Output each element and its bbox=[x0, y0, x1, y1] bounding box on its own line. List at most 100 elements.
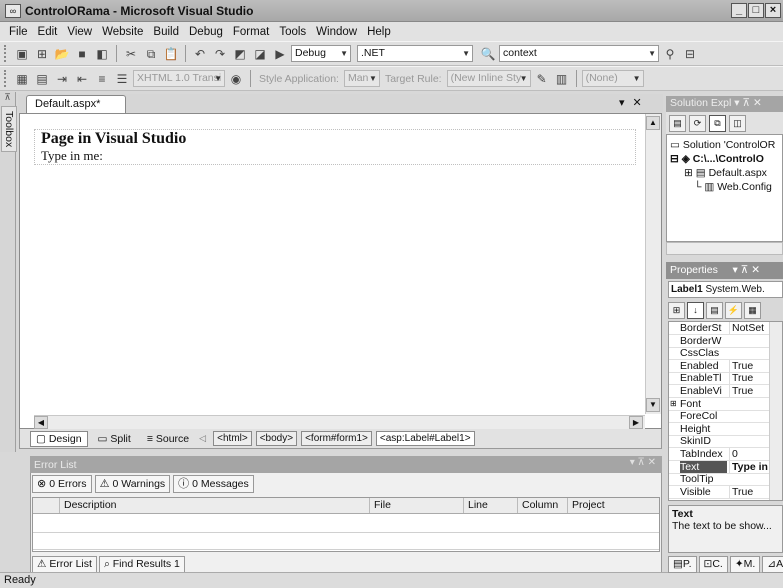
column-file[interactable]: File bbox=[369, 498, 463, 513]
property-row[interactable]: Height bbox=[669, 423, 782, 436]
style-icon[interactable]: ▥ bbox=[553, 70, 571, 88]
scroll-up-icon[interactable]: ▲ bbox=[646, 116, 660, 130]
tab-class-view[interactable]: ⊡C. bbox=[698, 556, 728, 573]
open-file-icon[interactable]: 📂 bbox=[53, 45, 71, 63]
find-icon[interactable]: ⚲ bbox=[661, 45, 679, 63]
error-grid[interactable]: Description File Line Column Project bbox=[32, 497, 660, 552]
cut-icon[interactable]: ✂ bbox=[122, 45, 140, 63]
properties-icon[interactable]: ▤ bbox=[669, 114, 686, 132]
tab-default-aspx[interactable]: Default.aspx* bbox=[26, 95, 126, 113]
view-code-icon[interactable]: ◫ bbox=[729, 114, 746, 132]
errors-filter-button[interactable]: ⊗ 0 Errors bbox=[32, 475, 92, 493]
tree-node-website[interactable]: ⊟ ◈ C:\...\ControlO bbox=[670, 153, 764, 166]
tab-error-list[interactable]: ⚠ Error List bbox=[32, 556, 97, 573]
column-project[interactable]: Project bbox=[567, 498, 661, 513]
check-accessibility-icon[interactable]: ◉ bbox=[227, 70, 245, 88]
toolbar-grip[interactable] bbox=[4, 45, 8, 62]
doctype-select[interactable]: XHTML 1.0 Transi ▼ bbox=[133, 70, 225, 87]
events-icon[interactable]: ⚡ bbox=[725, 301, 742, 319]
find-in-files-icon[interactable]: 🔍 bbox=[479, 45, 497, 63]
property-row[interactable]: Visible True bbox=[669, 485, 782, 499]
editor-horizontal-scrollbar[interactable]: ◀ ▶ bbox=[34, 415, 645, 429]
close-document-icon[interactable]: ✕ bbox=[633, 96, 642, 109]
panel-controls-icon[interactable]: ▾ ⊼ ✕ bbox=[734, 97, 762, 109]
property-row[interactable]: ForeCol bbox=[669, 410, 782, 424]
nest-related-files-icon[interactable]: ⧉ bbox=[709, 114, 726, 132]
property-row[interactable]: BorderW bbox=[669, 335, 782, 348]
new-project-icon[interactable]: ▣ bbox=[13, 45, 31, 63]
property-row[interactable]: EnableTl True bbox=[669, 372, 782, 386]
tree-node-web-config[interactable]: └ ▥ Web.Config bbox=[694, 181, 772, 194]
solution-configuration-select[interactable]: Debug ▼ bbox=[291, 45, 351, 62]
scroll-right-icon[interactable]: ▶ bbox=[629, 416, 643, 429]
find-combo[interactable]: context ▼ bbox=[499, 45, 659, 62]
minimize-button[interactable]: _ bbox=[731, 3, 747, 18]
style-select[interactable]: (None) ▼ bbox=[581, 70, 644, 87]
page-heading[interactable]: Page in Visual Studio bbox=[41, 130, 186, 148]
navigate-backward-icon[interactable]: ◩ bbox=[231, 45, 249, 63]
target-rule-select[interactable]: (New Inline Sty ▼ bbox=[446, 70, 531, 87]
style-application-select[interactable]: Man ▼ bbox=[343, 70, 380, 87]
menu-window[interactable]: Window bbox=[311, 26, 362, 38]
menu-website[interactable]: Website bbox=[97, 26, 148, 38]
apply-style-icon[interactable]: ✎ bbox=[533, 70, 551, 88]
properties-object-select[interactable]: Label1 System.Web. bbox=[668, 281, 783, 298]
add-item-icon[interactable]: ⊞ bbox=[33, 45, 51, 63]
scroll-down-icon[interactable]: ▼ bbox=[646, 398, 660, 412]
expand-icon[interactable]: ⊞ bbox=[670, 399, 677, 409]
breadcrumb-body[interactable]: <body> bbox=[255, 431, 298, 446]
column-line[interactable]: Line bbox=[463, 498, 517, 513]
property-row[interactable]: Enabled True bbox=[669, 359, 782, 373]
table-icon[interactable]: ▦ bbox=[13, 70, 31, 88]
breadcrumb-form[interactable]: <form#form1> bbox=[301, 431, 372, 446]
property-pages-icon[interactable]: ▤ bbox=[706, 301, 723, 319]
messages-filter-button[interactable]: ⓘ 0 Messages bbox=[173, 475, 254, 493]
menu-tools[interactable]: Tools bbox=[274, 26, 311, 38]
column-column[interactable]: Column bbox=[517, 498, 567, 513]
maximize-button[interactable]: □ bbox=[748, 3, 764, 18]
menu-edit[interactable]: Edit bbox=[33, 26, 63, 38]
toolbox-tab[interactable]: Toolbox bbox=[1, 106, 17, 153]
copy-icon[interactable]: ⧉ bbox=[142, 45, 160, 63]
pages-icon[interactable]: ▦ bbox=[744, 301, 761, 319]
solution-platform-select[interactable]: .NET ▼ bbox=[357, 45, 473, 62]
properties-scrollbar[interactable] bbox=[769, 322, 782, 500]
source-view-button[interactable]: ≡ Source bbox=[141, 431, 195, 447]
comment-icon[interactable]: ☰ bbox=[113, 70, 131, 88]
property-row[interactable]: Text Type in bbox=[669, 460, 782, 474]
panel-controls-icon[interactable]: ▾ ⊼ ✕ bbox=[630, 457, 656, 468]
breadcrumb-html[interactable]: <html> bbox=[213, 431, 252, 446]
tab-macro-explorer[interactable]: ✦M. bbox=[729, 556, 761, 573]
tab-properties[interactable]: ▤P. bbox=[668, 556, 697, 573]
property-row[interactable]: CssClas bbox=[669, 347, 782, 361]
align-icon[interactable]: ≡ bbox=[93, 70, 111, 88]
save-all-icon[interactable]: ◧ bbox=[93, 45, 111, 63]
menu-view[interactable]: View bbox=[62, 26, 97, 38]
save-icon[interactable]: ■ bbox=[73, 45, 91, 63]
undo-icon[interactable]: ↶ bbox=[191, 45, 209, 63]
alphabetical-icon[interactable]: ↓ bbox=[687, 301, 704, 319]
tab-find-results[interactable]: ⌕ Find Results 1 bbox=[98, 556, 185, 573]
close-button[interactable]: × bbox=[765, 3, 781, 18]
redo-icon[interactable]: ↷ bbox=[211, 45, 229, 63]
ruler-icon[interactable]: ▤ bbox=[33, 70, 51, 88]
menu-build[interactable]: Build bbox=[148, 26, 184, 38]
breadcrumb-back-icon[interactable]: ◁ bbox=[199, 433, 209, 444]
editor-vertical-scrollbar[interactable]: ▲ ▼ bbox=[645, 114, 661, 414]
menu-help[interactable]: Help bbox=[362, 26, 396, 38]
property-row[interactable]: ToolTip bbox=[669, 473, 782, 487]
properties-grid[interactable]: BorderSt NotSet BorderW CssClas Enabled True E… bbox=[668, 321, 783, 501]
property-row[interactable]: SkinID bbox=[669, 435, 782, 449]
paste-icon[interactable]: 📋 bbox=[162, 45, 180, 63]
warnings-filter-button[interactable]: ⚠ 0 Warnings bbox=[94, 475, 171, 493]
column-description[interactable]: Description bbox=[59, 498, 369, 513]
label1-control[interactable]: Type in me: bbox=[41, 148, 103, 164]
property-row[interactable]: BorderSt NotSet bbox=[669, 322, 782, 335]
property-row[interactable]: EnableVi True bbox=[669, 385, 782, 398]
menu-format[interactable]: Format bbox=[228, 26, 274, 38]
pin-icon[interactable]: ⊼ bbox=[0, 92, 15, 106]
start-debugging-icon[interactable]: ▶ bbox=[271, 45, 289, 63]
solution-explorer-icon[interactable]: ⊟ bbox=[681, 45, 699, 63]
split-view-button[interactable]: ▭ Split bbox=[92, 431, 137, 447]
breadcrumb-label[interactable]: <asp:Label#Label1> bbox=[375, 431, 475, 446]
